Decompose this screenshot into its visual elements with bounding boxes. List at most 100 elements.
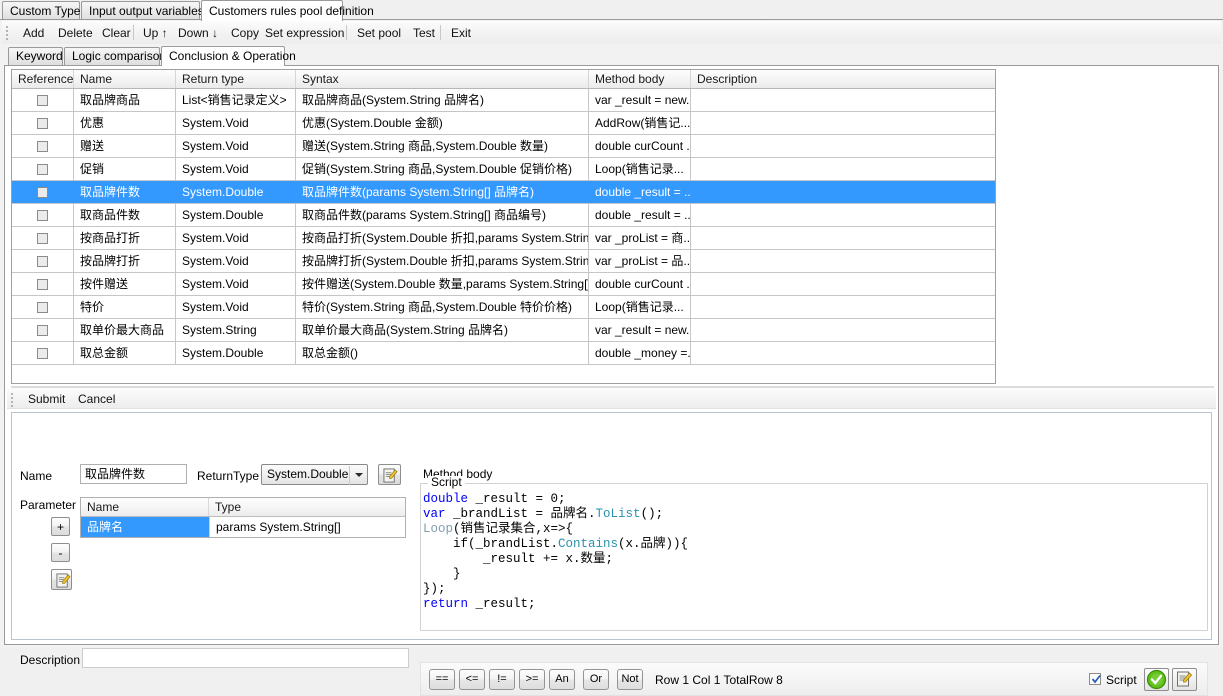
cell-reference[interactable] [12, 273, 74, 295]
tab-logic-comparison[interactable]: Logic comparison [64, 47, 166, 65]
cell-method-body[interactable]: double curCount ... [589, 273, 691, 295]
cell-syntax[interactable]: 优惠(System.Double 金额) [296, 112, 589, 134]
param-column-header-name[interactable]: Name [81, 498, 209, 516]
row-reference-checkbox[interactable] [37, 94, 48, 106]
cell-description[interactable] [691, 296, 994, 318]
open-script-editor-button[interactable] [1172, 668, 1197, 691]
cell-name[interactable]: 取单价最大商品 [74, 319, 176, 341]
table-row[interactable]: 取总金额 System.Double 取总金额() double _money =..… [12, 342, 995, 365]
cell-return-type[interactable]: System.Double [176, 204, 296, 226]
cell-syntax[interactable]: 取单价最大商品(System.String 品牌名) [296, 319, 589, 341]
description-input[interactable] [82, 648, 409, 668]
cell-method-body[interactable]: var _result = new... [589, 319, 691, 341]
table-row[interactable]: 取商品件数 System.Double 取商品件数(params System.St… [12, 204, 995, 227]
cell-return-type[interactable]: System.Void [176, 135, 296, 157]
row-reference-checkbox[interactable] [37, 163, 48, 175]
cell-description[interactable] [691, 89, 994, 111]
row-reference-checkbox[interactable] [37, 347, 48, 359]
cell-reference[interactable] [12, 89, 74, 111]
toolbar-exit-button[interactable]: Exit [444, 24, 478, 41]
cell-description[interactable] [691, 342, 994, 364]
toolbar-down-button[interactable]: Down ↓ [171, 24, 225, 41]
cell-return-type[interactable]: System.Double [176, 342, 296, 364]
cell-return-type[interactable]: System.Void [176, 273, 296, 295]
row-reference-checkbox[interactable] [37, 209, 48, 221]
cell-reference[interactable] [12, 204, 74, 226]
param-column-header-type[interactable]: Type [209, 498, 405, 516]
remove-parameter-button[interactable]: - [51, 543, 70, 562]
cell-description[interactable] [691, 204, 994, 226]
cell-description[interactable] [691, 135, 994, 157]
cell-method-body[interactable]: double _result = ... [589, 181, 691, 203]
cell-name[interactable]: 特价 [74, 296, 176, 318]
table-row[interactable]: 按商品打折 System.Void 按商品打折(System.Double 折扣,p… [12, 227, 995, 250]
op-button-and[interactable]: An [549, 669, 575, 690]
cell-description[interactable] [691, 250, 994, 272]
cell-method-body[interactable]: var _result = new... [589, 89, 691, 111]
cell-syntax[interactable]: 取品牌商品(System.String 品牌名) [296, 89, 589, 111]
return-type-edit-button[interactable] [378, 464, 401, 485]
cell-syntax[interactable]: 按件赠送(System.Double 数量,params System.Stri… [296, 273, 589, 295]
edit-parameter-button[interactable] [51, 569, 72, 590]
cell-method-body[interactable]: var _proList = 品... [589, 250, 691, 272]
cell-description[interactable] [691, 273, 994, 295]
return-type-select[interactable]: System.Double [261, 464, 368, 485]
parameter-grid[interactable]: Name Type 品牌名 params System.String[] [80, 497, 406, 538]
script-code-editor[interactable]: double _result = 0; var _brandList = 品牌名.… [423, 492, 1205, 628]
tab-input-output-variables[interactable]: Input output variables [81, 1, 204, 20]
toolbar-add-button[interactable]: Add [16, 24, 51, 41]
param-type-cell[interactable]: params System.String[] [209, 517, 405, 537]
cell-syntax[interactable]: 取商品件数(params System.String[] 商品编号) [296, 204, 589, 226]
cell-description[interactable] [691, 181, 994, 203]
cell-name[interactable]: 赠送 [74, 135, 176, 157]
cell-reference[interactable] [12, 296, 74, 318]
cell-method-body[interactable]: double _money =... [589, 342, 691, 364]
cell-reference[interactable] [12, 135, 74, 157]
column-header-name[interactable]: Name [74, 70, 176, 88]
column-header-method-body[interactable]: Method body [589, 70, 691, 88]
apply-script-button[interactable] [1144, 668, 1169, 691]
row-reference-checkbox[interactable] [37, 255, 48, 267]
cell-reference[interactable] [12, 250, 74, 272]
cell-description[interactable] [691, 319, 994, 341]
cell-method-body[interactable]: AddRow(销售记... [589, 112, 691, 134]
row-reference-checkbox[interactable] [37, 140, 48, 152]
rules-grid[interactable]: Reference Name Return type Syntax Method… [11, 69, 996, 384]
cell-reference[interactable] [12, 319, 74, 341]
table-row[interactable]: 取单价最大商品 System.String 取单价最大商品(System.Strin… [12, 319, 995, 342]
cell-return-type[interactable]: System.Void [176, 112, 296, 134]
cell-return-type[interactable]: System.Void [176, 296, 296, 318]
cell-reference[interactable] [12, 112, 74, 134]
table-row[interactable]: 特价 System.Void 特价(System.String 商品,System.… [12, 296, 995, 319]
row-reference-checkbox[interactable] [37, 324, 48, 336]
cell-name[interactable]: 按件赠送 [74, 273, 176, 295]
cell-syntax[interactable]: 赠送(System.String 商品,System.Double 数量) [296, 135, 589, 157]
row-reference-checkbox[interactable] [37, 301, 48, 313]
op-button-equals[interactable]: == [429, 669, 455, 690]
cell-method-body[interactable]: double curCount ... [589, 135, 691, 157]
cell-description[interactable] [691, 158, 994, 180]
cell-reference[interactable] [12, 342, 74, 364]
cell-description[interactable] [691, 227, 994, 249]
cell-name[interactable]: 取品牌件数 [74, 181, 176, 203]
table-row[interactable]: 按品牌打折 System.Void 按品牌打折(System.Double 折扣,p… [12, 250, 995, 273]
tab-custom-types[interactable]: Custom Types [2, 1, 86, 20]
cell-syntax[interactable]: 促销(System.String 商品,System.Double 促销价格) [296, 158, 589, 180]
column-header-reference[interactable]: Reference [12, 70, 74, 88]
submit-button[interactable]: Submit [21, 390, 72, 407]
cell-name[interactable]: 优惠 [74, 112, 176, 134]
cell-return-type[interactable]: System.Void [176, 158, 296, 180]
cell-name[interactable]: 促销 [74, 158, 176, 180]
cell-name[interactable]: 按商品打折 [74, 227, 176, 249]
cell-name[interactable]: 取总金额 [74, 342, 176, 364]
cell-reference[interactable] [12, 158, 74, 180]
param-name-cell[interactable]: 品牌名 [81, 517, 209, 537]
cell-return-type[interactable]: System.Void [176, 227, 296, 249]
op-button-not-equal[interactable]: != [489, 669, 515, 690]
cell-reference[interactable] [12, 227, 74, 249]
cell-return-type[interactable]: System.Double [176, 181, 296, 203]
tab-keyword[interactable]: Keyword [8, 47, 63, 65]
cell-method-body[interactable]: Loop(销售记录... [589, 158, 691, 180]
cancel-button[interactable]: Cancel [71, 390, 122, 407]
toolbar-up-button[interactable]: Up ↑ [136, 24, 175, 41]
